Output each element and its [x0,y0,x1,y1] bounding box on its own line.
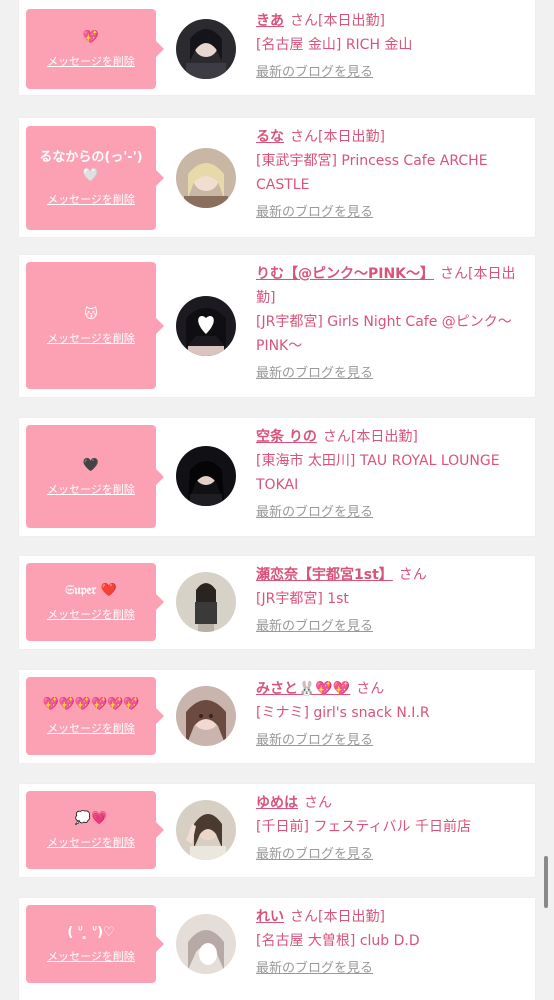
message-bubble: 💖💖💖💖💖💖 メッセージを削除 [26,677,164,755]
message-text: 🖤 [82,457,100,473]
girl-name-link[interactable]: 瀬恋奈【宇都宮1st】 [256,567,393,583]
avatar[interactable] [176,148,236,208]
latest-blog-link[interactable]: 最新のブログを見る [256,501,373,520]
girl-name-link[interactable]: りむ【@ピンク〜PINK〜】 [256,266,434,282]
latest-blog-link[interactable]: 最新のブログを見る [256,362,373,381]
avatar[interactable] [176,686,236,746]
delete-message-link[interactable]: メッセージを削除 [47,53,135,69]
message-bubble: 𝔖𝔲𝔭𝔢𝔯 ❤️ メッセージを削除 [26,563,164,641]
girl-name-link[interactable]: みさと🐰💖💖 [256,681,350,697]
message-text: 💖💖💖💖💖💖 [42,697,140,712]
message-bubble: 💭💗 メッセージを削除 [26,791,164,869]
delete-message-link[interactable]: メッセージを削除 [47,720,135,736]
girl-name-link[interactable]: るな [256,129,284,145]
list-item: るなからの(っ'-') 🤍 メッセージを削除 るな さん[本日出勤] [東武宇都宮… [19,118,535,237]
item-info: みさと🐰💖💖 さん [ミナミ] girl's snack N.I.R 最新のブログ… [256,677,527,748]
latest-blog-link[interactable]: 最新のブログを見る [256,957,373,976]
message-text: ( ᐡ ̥ ᐡ)♡ [67,925,115,940]
list-item: 🖤 メッセージを削除 空条 りの さん[本日出勤] [東海市 太田川] TAU R… [19,418,535,536]
attendance-status: さん[本日出勤] [322,429,418,445]
message-text: 😽 [84,306,98,322]
message-bubble: 🖤 メッセージを削除 [26,425,164,528]
avatar[interactable] [176,19,236,79]
message-text: 𝔖𝔲𝔭𝔢𝔯 ❤️ [65,583,117,598]
latest-blog-link[interactable]: 最新のブログを見る [256,729,373,748]
item-info: れい さん[本日出勤] [名古屋 大曽根] club D.D 最新のブログを見る [256,905,527,976]
scrollbar[interactable] [544,856,548,908]
message-text: るなからの(っ'-') 🤍 [39,150,143,183]
shop-name: [名古屋 金山] RICH 金山 [256,37,413,53]
message-bubble: るなからの(っ'-') 🤍 メッセージを削除 [26,126,164,230]
latest-blog-link[interactable]: 最新のブログを見る [256,843,373,862]
avatar[interactable] [176,800,236,860]
latest-blog-link[interactable]: 最新のブログを見る [256,615,373,634]
item-info: るな さん[本日出勤] [東武宇都宮] Princess Cafe ARCHE C… [256,125,527,220]
item-info: りむ【@ピンク〜PINK〜】 さん[本日出勤] [JR宇都宮] Girls Nig… [256,262,527,381]
message-bubble: 😽 メッセージを削除 [26,262,164,389]
attendance-status: さん [398,567,427,583]
message-text: 💖 [82,30,100,45]
delete-message-link[interactable]: メッセージを削除 [47,330,135,346]
attendance-status: さん[本日出勤] [290,909,385,925]
shop-name: [名古屋 大曽根] club D.D [256,933,420,949]
avatar[interactable] [176,572,236,632]
delete-message-link[interactable]: メッセージを削除 [47,606,135,622]
delete-message-link[interactable]: メッセージを削除 [47,191,135,207]
attendance-status: さん [304,795,332,811]
message-text: 💭💗 [74,811,108,826]
item-info: 空条 りの さん[本日出勤] [東海市 太田川] TAU ROYAL LOUNGE… [256,425,527,520]
latest-blog-link[interactable]: 最新のブログを見る [256,61,373,80]
list-item: 𝔖𝔲𝔭𝔢𝔯 ❤️ メッセージを削除 瀬恋奈【宇都宮1st】 さん [JR宇都宮] … [19,556,535,649]
item-info: きあ さん[本日出勤] [名古屋 金山] RICH 金山 最新のブログを見る [256,9,527,80]
shop-name: [ミナミ] girl's snack N.I.R [256,705,430,721]
shop-name: [JR宇都宮] 1st [256,591,349,607]
list-item: 💭💗 メッセージを削除 ゆめは さん [千日前] フェスティバル 千日前店 最新の… [19,784,535,877]
message-bubble: 💖 メッセージを削除 [26,9,164,89]
attendance-status: さん [356,681,385,697]
shop-name: [千日前] フェスティバル 千日前店 [256,819,471,835]
message-bubble: ( ᐡ ̥ ᐡ)♡ メッセージを削除 [26,905,164,983]
delete-message-link[interactable]: メッセージを削除 [47,948,135,964]
avatar[interactable] [176,296,236,356]
list-item: 😽 メッセージを削除 りむ【@ピンク〜PINK〜】 さん[本日出勤] [JR宇都宮… [19,255,535,397]
attendance-status: さん[本日出勤] [290,129,385,145]
girl-name-link[interactable]: れい [256,909,284,925]
list-item: 💖💖💖💖💖💖 メッセージを削除 みさと🐰💖💖 さん [ミナミ] girl's sn… [19,670,535,763]
list-item: ( ᐡ ̥ ᐡ)♡ メッセージを削除 れい さん[本日出勤] [名古屋 大曽根] … [19,898,535,1000]
delete-message-link[interactable]: メッセージを削除 [47,834,135,850]
girl-name-link[interactable]: ゆめは [256,795,298,811]
item-info: 瀬恋奈【宇都宮1st】 さん [JR宇都宮] 1st 最新のブログを見る [256,563,527,634]
shop-name: [東海市 太田川] TAU ROYAL LOUNGE TOKAI [256,453,500,493]
shop-name: [JR宇都宮] Girls Night Cafe @ピンク〜PINK〜 [256,314,512,354]
attendance-status: さん[本日出勤] [290,13,385,29]
delete-message-link[interactable]: メッセージを削除 [47,481,135,497]
girl-name-link[interactable]: きあ [256,13,284,29]
latest-blog-link[interactable]: 最新のブログを見る [256,201,373,220]
avatar[interactable] [176,446,236,506]
shop-name: [東武宇都宮] Princess Cafe ARCHE CASTLE [256,153,488,193]
item-info: ゆめは さん [千日前] フェスティバル 千日前店 最新のブログを見る [256,791,527,862]
avatar[interactable] [176,914,236,974]
list-item: 💖 メッセージを削除 きあ さん[本日出勤] [名古屋 金山] RICH 金山 最… [19,0,535,95]
girl-name-link[interactable]: 空条 りの [256,429,317,445]
